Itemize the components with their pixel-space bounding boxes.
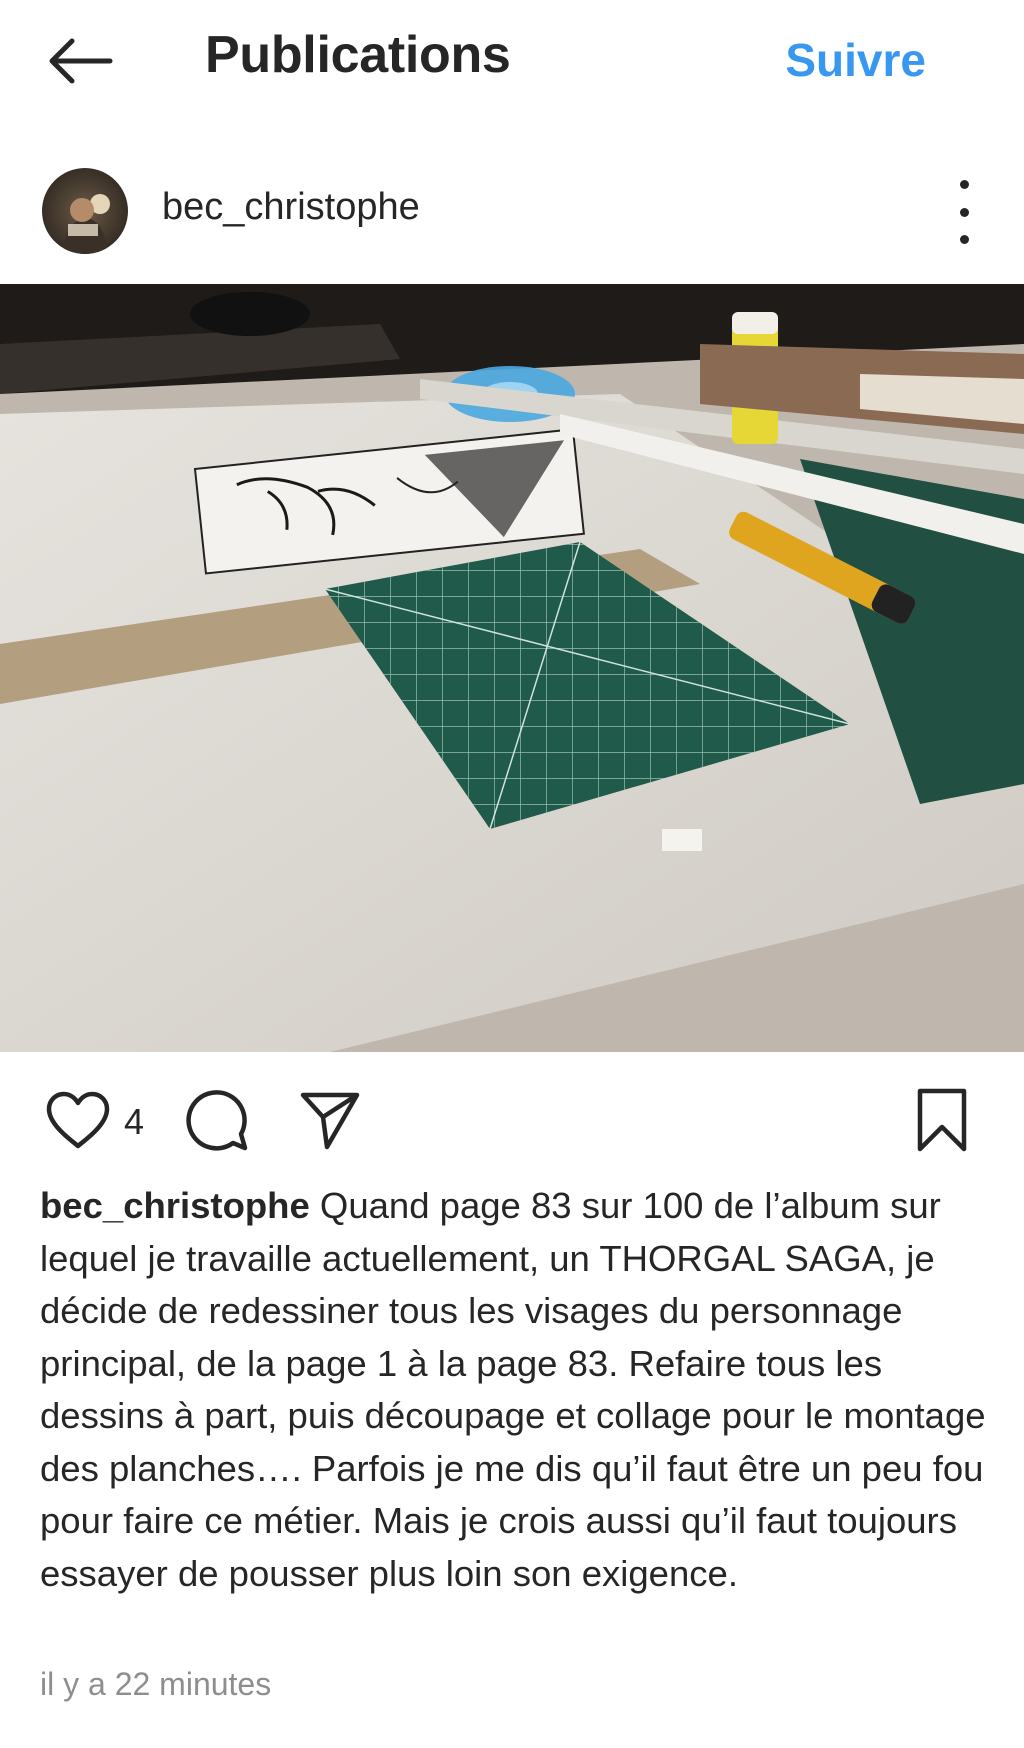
- follow-button[interactable]: Suivre: [785, 33, 926, 87]
- back-button[interactable]: [42, 30, 116, 92]
- post-username[interactable]: bec_christophe: [162, 186, 420, 229]
- like-button[interactable]: [40, 1087, 116, 1153]
- more-options-button[interactable]: [944, 180, 984, 244]
- avatar[interactable]: [42, 168, 128, 254]
- post-image[interactable]: [0, 284, 1024, 1052]
- comment-button[interactable]: [180, 1085, 252, 1155]
- post-caption: bec_christophe Quand page 83 sur 100 de …: [40, 1180, 990, 1600]
- more-vertical-icon: [959, 180, 969, 189]
- arrow-left-icon: [49, 38, 113, 84]
- send-icon: [300, 1092, 360, 1150]
- heart-icon: [46, 1091, 110, 1149]
- top-bar: Publications Suivre: [0, 0, 1024, 118]
- post-timestamp: il y a 22 minutes: [40, 1666, 272, 1702]
- share-button[interactable]: [294, 1085, 366, 1155]
- post-actions: 4: [0, 1075, 1024, 1165]
- caption-username[interactable]: bec_christophe: [40, 1185, 310, 1226]
- post-header: bec_christophe: [0, 150, 1024, 270]
- page-title: Publications: [205, 26, 511, 84]
- like-count[interactable]: 4: [124, 1101, 144, 1143]
- comment-icon: [186, 1090, 248, 1151]
- caption-text: Quand page 83 sur 100 de l’album sur leq…: [40, 1185, 986, 1594]
- save-button[interactable]: [910, 1083, 974, 1157]
- bookmark-icon: [917, 1088, 967, 1152]
